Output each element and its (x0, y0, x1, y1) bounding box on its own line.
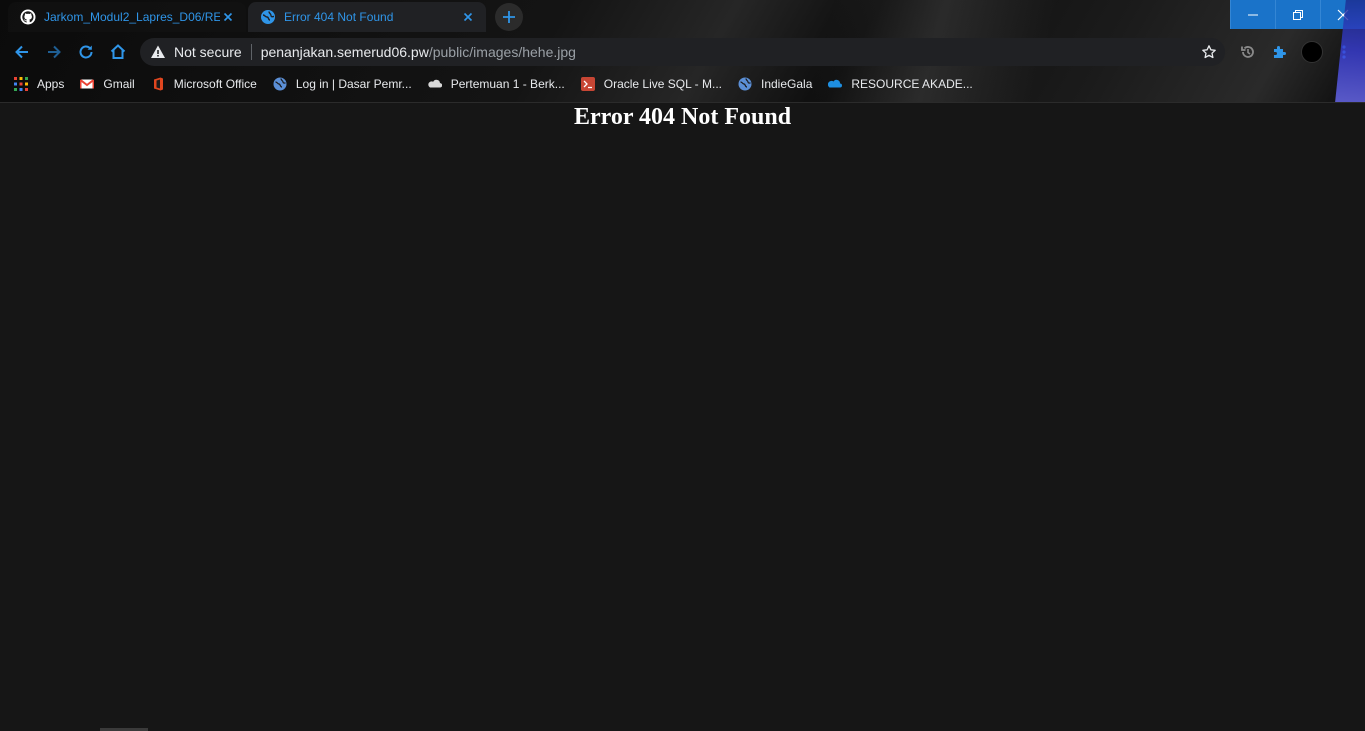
gmail-icon (80, 79, 95, 89)
bookmark-apps[interactable]: Apps (14, 77, 64, 91)
warning-icon[interactable] (150, 44, 166, 60)
office-icon (153, 77, 163, 91)
bookmark-oracle-live-sql[interactable]: Oracle Live SQL - M... (580, 77, 722, 91)
arrow-left-icon (15, 45, 28, 59)
globe-icon (261, 10, 275, 24)
bookmark-indiegala[interactable]: IndieGala (738, 77, 812, 91)
tab-label: Jarkom_Modul2_Lapres_D06/README (44, 10, 220, 24)
tab-github-readme[interactable]: Jarkom_Modul2_Lapres_D06/README (8, 2, 246, 32)
bookmarks-bar: Apps Gmail Microsoft Office Log in | Das… (0, 71, 1330, 97)
plus-icon (503, 11, 515, 23)
star-icon[interactable] (1201, 44, 1217, 60)
home-button[interactable] (104, 38, 132, 66)
bookmark-label: Log in | Dasar Pemr... (295, 77, 412, 91)
arrow-right-icon (48, 45, 61, 59)
cloud-icon (428, 79, 442, 88)
history-button[interactable] (1234, 38, 1262, 66)
tab-label: Error 404 Not Found (284, 10, 394, 24)
bookmark-label: Pertemuan 1 - Berk... (450, 77, 565, 91)
globe-icon (738, 77, 752, 91)
apps-grid-icon (14, 77, 28, 91)
bookmark-dasar-pemrograman[interactable]: Log in | Dasar Pemr... (273, 77, 412, 91)
back-button[interactable] (8, 38, 36, 66)
github-icon (20, 9, 36, 25)
bookmark-label: IndieGala (761, 77, 813, 91)
history-icon (1241, 46, 1254, 58)
avatar (1301, 41, 1323, 63)
page-heading: Error 404 Not Found (573, 104, 792, 130)
bookmark-label: Apps (37, 77, 65, 91)
bookmark-microsoft-office[interactable]: Microsoft Office (151, 77, 257, 91)
divider (250, 44, 252, 60)
tab-strip: Jarkom_Modul2_Lapres_D06/README Error 40… (0, 0, 1230, 34)
bookmark-label: Gmail (103, 77, 135, 91)
restore-button[interactable] (1275, 0, 1320, 29)
tab-error-404[interactable]: Error 404 Not Found (248, 2, 486, 32)
puzzle-icon (1274, 46, 1286, 58)
reload-button[interactable] (72, 38, 100, 66)
minimize-button[interactable] (1230, 0, 1275, 29)
close-icon[interactable] (460, 9, 476, 25)
home-icon (110, 44, 126, 59)
toolbar: Not secure penanjakan.semerud06.pw/publi… (0, 35, 1365, 69)
bookmark-pertemuan-1[interactable]: Pertemuan 1 - Berk... (428, 77, 565, 91)
close-window-button[interactable] (1320, 0, 1365, 29)
bookmark-resource-akademik[interactable]: RESOURCE AKADE... (828, 77, 973, 91)
browser-frame: Jarkom_Modul2_Lapres_D06/README Error 40… (0, 0, 1365, 103)
close-icon[interactable] (220, 9, 236, 25)
extensions-button[interactable] (1266, 38, 1294, 66)
kebab-menu-icon (1342, 45, 1346, 59)
url-path[interactable]: /public/images/hehe.jpg (429, 44, 576, 60)
bookmark-label: Microsoft Office (173, 77, 257, 91)
menu-button[interactable] (1330, 38, 1358, 66)
forward-button[interactable] (40, 38, 68, 66)
restore-icon (1293, 9, 1303, 20)
reload-icon (79, 45, 93, 59)
profile-button[interactable] (1298, 38, 1326, 66)
bookmark-gmail[interactable]: Gmail (80, 77, 135, 91)
minimize-icon (1248, 14, 1258, 15)
bookmark-label: Oracle Live SQL - M... (603, 77, 722, 91)
address-bar[interactable]: Not secure penanjakan.semerud06.pw/publi… (140, 38, 1225, 66)
close-icon (1337, 9, 1349, 20)
url-host[interactable]: penanjakan.semerud06.pw (261, 44, 429, 60)
security-label[interactable]: Not secure (174, 44, 242, 60)
new-tab-button[interactable] (495, 3, 523, 31)
bookmark-label: RESOURCE AKADE... (851, 77, 973, 91)
window-controls (1230, 0, 1365, 29)
oracle-sql-icon (580, 77, 595, 91)
globe-icon (273, 77, 287, 91)
page-content: Error 404 Not Found (0, 103, 1365, 731)
onedrive-icon (828, 79, 843, 88)
